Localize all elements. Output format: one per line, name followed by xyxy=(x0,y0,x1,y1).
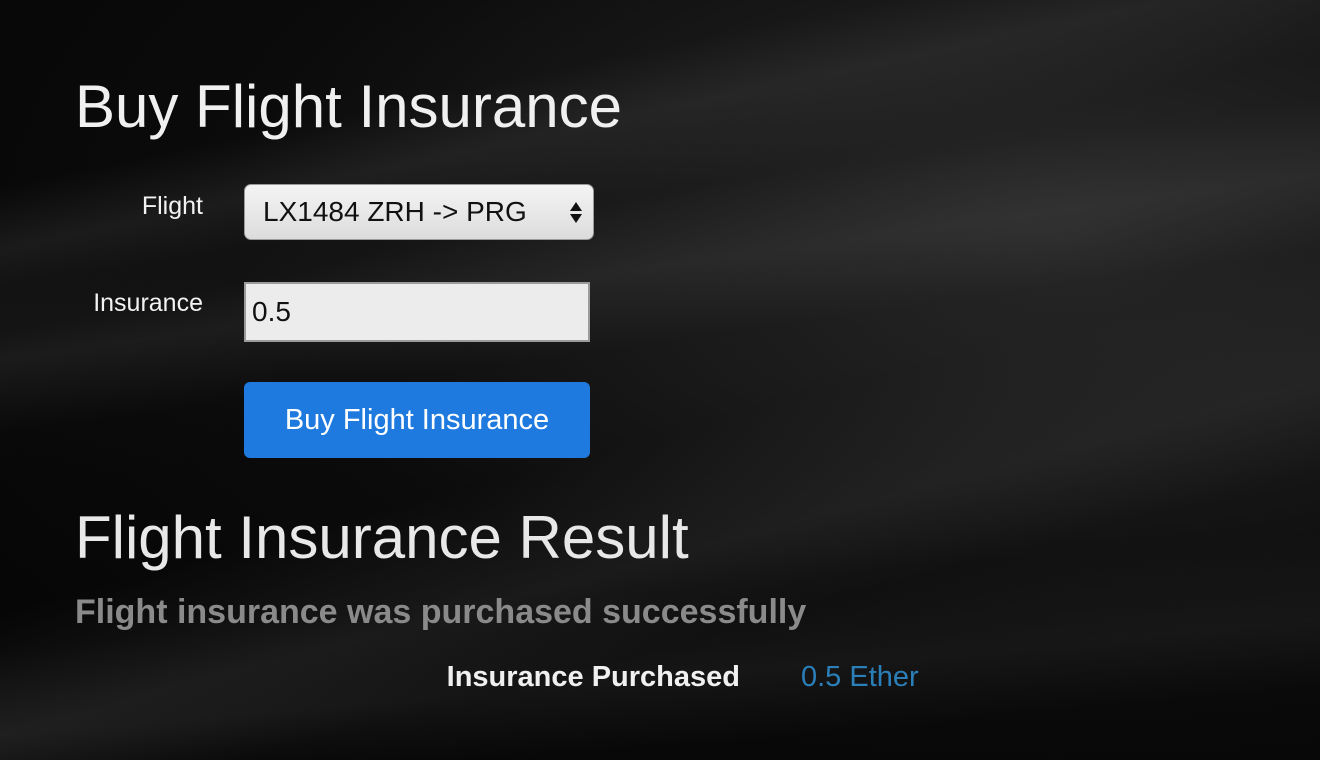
insurance-input[interactable] xyxy=(244,282,590,342)
flight-label: Flight xyxy=(141,192,203,220)
page-title: Buy Flight Insurance xyxy=(75,73,622,140)
result-status-message: Flight insurance was purchased successfu… xyxy=(75,593,807,631)
insurance-purchased-label: Insurance Purchased xyxy=(446,661,740,693)
insurance-label: Insurance xyxy=(93,289,203,317)
insurance-purchased-value: 0.5 Ether xyxy=(801,661,919,693)
buy-flight-insurance-button[interactable]: Buy Flight Insurance xyxy=(244,382,590,458)
up-down-chevron-icon xyxy=(565,201,587,223)
result-title: Flight Insurance Result xyxy=(75,504,689,571)
flight-select-value: LX1484 ZRH -> PRG xyxy=(263,196,527,227)
page-content: Buy Flight Insurance Flight LX1484 ZRH -… xyxy=(0,0,1320,760)
flight-select[interactable]: LX1484 ZRH -> PRG xyxy=(244,184,594,240)
